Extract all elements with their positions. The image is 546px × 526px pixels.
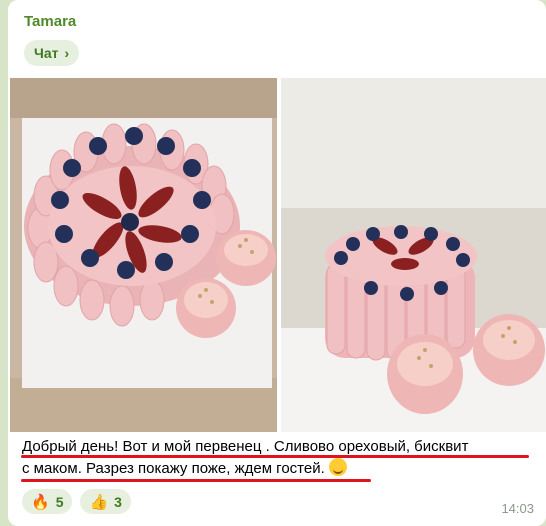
winking-tongue-emoji-icon [328,458,347,476]
reaction-count: 5 [55,493,64,510]
red-underline-2 [21,479,371,482]
photo-cake-side[interactable] [281,78,546,432]
reactions-bar: 🔥 5 👍 3 [22,489,131,514]
reaction-thumbs-up[interactable]: 👍 3 [80,489,131,514]
red-underline-1 [21,455,529,458]
reaction-count: 3 [114,493,122,510]
message-bubble[interactable]: Tamara Чат › Добрый день! Вот и мой перв… [8,0,546,526]
photo-cake-top[interactable] [10,78,277,432]
chat-button[interactable]: Чат › [24,40,80,66]
message-text: Добрый день! Вот и мой первенец . Сливов… [22,436,542,480]
message-line-1: Добрый день! Вот и мой первенец . Сливов… [22,438,469,455]
sender-name[interactable]: Tamara [24,13,76,30]
chat-button-label: Чат [34,45,59,61]
reaction-fire[interactable]: 🔥 5 [22,489,73,514]
message-time: 14:03 [501,501,534,516]
thumbs-up-icon: 👍 [89,493,109,511]
chevron-right-icon: › [64,45,70,61]
message-line-2: с маком. Разрез покажу поже, ждем гостей… [22,460,325,477]
fire-icon: 🔥 [31,493,50,511]
